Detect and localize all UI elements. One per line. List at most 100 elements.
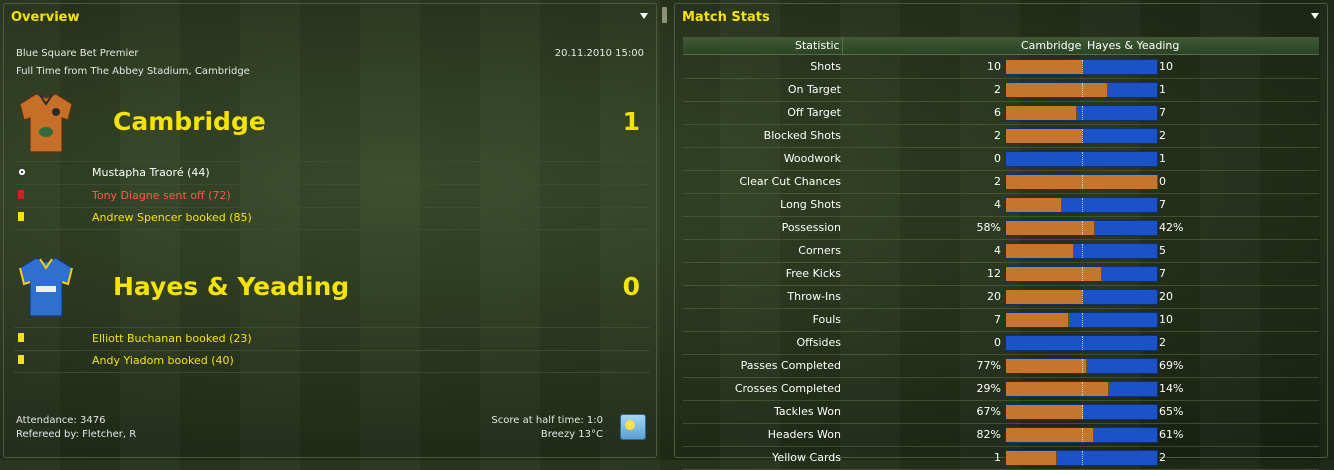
stat-bar-midline [1082,451,1083,465]
home-event-1-text: Mustapha Traoré (44) [92,166,210,179]
stat-home-value: 20 [987,290,1001,303]
halftime-score: Score at half time: 1:0 [491,415,603,426]
stat-bar-midline [1082,382,1083,396]
stat-comparison-bar [1005,128,1158,144]
stat-home-fill [1006,405,1084,419]
away-team-name: Hayes & Yeading [113,272,350,301]
red-card-icon [18,190,24,199]
stat-label: Off Target [787,106,841,119]
yellow-card-icon [18,355,24,364]
stat-home-value: 82% [976,428,1001,441]
away-event-1: Elliott Buchanan booked (23) [14,328,650,351]
home-event-3: Andrew Spencer booked (85) [14,207,650,230]
header-divider [842,37,843,54]
stat-row: Possession 58% 42% [683,217,1319,240]
stat-comparison-bar [1005,105,1158,121]
stat-bar-midline [1082,152,1083,166]
stat-away-value: 69% [1159,359,1184,372]
yellow-card-icon [18,333,24,342]
stat-bar-midline [1082,290,1083,304]
stat-home-value: 77% [976,359,1001,372]
header-home-team[interactable]: Cambridge [1021,39,1081,52]
stat-row: Headers Won 82% 61% [683,424,1319,447]
stat-home-value: 4 [994,244,1001,257]
stat-comparison-bar [1005,381,1158,397]
stat-away-value: 61% [1159,428,1184,441]
match-datetime: 20.11.2010 15:00 [554,48,644,59]
stat-row: Blocked Shots 2 2 [683,125,1319,148]
splitter-grip-icon[interactable] [662,7,667,23]
stat-comparison-bar [1005,450,1158,466]
stat-away-value: 2 [1159,336,1166,349]
goal-ball-icon [18,168,26,176]
home-kit-icon [19,93,73,153]
stat-comparison-bar [1005,289,1158,305]
stat-away-value: 42% [1159,221,1184,234]
competition-name: Blue Square Bet Premier [16,48,139,59]
stat-home-fill [1006,244,1075,258]
stat-home-value: 6 [994,106,1001,119]
stat-home-value: 7 [994,313,1001,326]
away-team-score: 0 [622,272,640,301]
away-event-1-text: Elliott Buchanan booked (23) [92,332,252,345]
stat-bar-midline [1082,60,1083,74]
home-event-2-text: Tony Diagne sent off (72) [92,189,231,202]
stat-home-fill [1006,267,1103,281]
stat-comparison-bar [1005,404,1158,420]
sun-icon [620,414,646,440]
panel-splitter[interactable] [661,3,669,458]
stat-home-value: 2 [994,175,1001,188]
home-event-1: Mustapha Traoré (44) [14,162,650,185]
stat-home-value: 58% [976,221,1001,234]
stat-label: Offsides [796,336,841,349]
stat-bar-midline [1082,267,1083,281]
stat-away-value: 5 [1159,244,1166,257]
match-stats-menu-icon[interactable] [1311,13,1319,19]
stat-row: Yellow Cards 1 2 [683,447,1319,470]
overview-menu-icon[interactable] [640,13,648,19]
referee: Refereed by: Fletcher, R [16,429,137,440]
stat-row: Clear Cut Chances 2 0 [683,171,1319,194]
stat-home-fill [1006,106,1077,120]
match-stats-title: Match Stats [682,10,770,25]
stat-home-fill [1006,198,1062,212]
overview-title: Overview [11,10,80,25]
stat-away-value: 10 [1159,60,1173,73]
stat-home-value: 0 [994,336,1001,349]
stat-label: Corners [798,244,841,257]
header-away-team[interactable]: Hayes & Yeading [1087,39,1179,52]
stat-comparison-bar [1005,220,1158,236]
stat-away-value: 20 [1159,290,1173,303]
stat-away-value: 10 [1159,313,1173,326]
stat-label: On Target [787,83,841,96]
stat-label: Crosses Completed [734,382,841,395]
header-statistic[interactable]: Statistic [795,39,840,52]
stat-row: Passes Completed 77% 69% [683,355,1319,378]
overview-panel: Overview Blue Square Bet Premier 20.11.2… [3,3,657,458]
stat-comparison-bar [1005,59,1158,75]
stat-label: Possession [781,221,841,234]
stat-home-value: 29% [976,382,1001,395]
stat-label: Fouls [812,313,841,326]
stat-comparison-bar [1005,174,1158,190]
stat-home-fill [1006,382,1109,396]
stat-label: Clear Cut Chances [739,175,841,188]
stat-row: Crosses Completed 29% 14% [683,378,1319,401]
away-event-2: Andy Yiadom booked (40) [14,350,650,373]
stat-bar-midline [1082,129,1083,143]
stat-label: Shots [810,60,841,73]
stat-comparison-bar [1005,151,1158,167]
stat-row: Fouls 7 10 [683,309,1319,332]
stat-home-value: 10 [987,60,1001,73]
stat-label: Yellow Cards [772,451,841,464]
stat-away-value: 65% [1159,405,1184,418]
stat-home-fill [1006,451,1058,465]
stat-away-value: 14% [1159,382,1184,395]
stat-comparison-bar [1005,335,1158,351]
stat-home-value: 1 [994,451,1001,464]
stat-home-fill [1006,359,1087,373]
stat-row: Long Shots 4 7 [683,194,1319,217]
stat-row: Free Kicks 12 7 [683,263,1319,286]
home-team-name: Cambridge [113,107,266,136]
stat-home-fill [1006,313,1070,327]
